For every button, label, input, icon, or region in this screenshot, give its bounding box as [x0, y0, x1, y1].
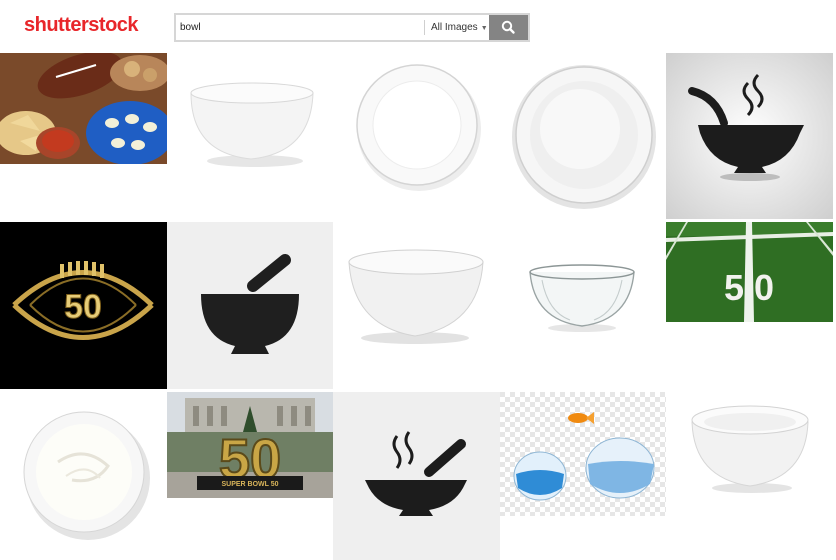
cream-bowl-image	[0, 392, 167, 560]
top-bar: shutterstock All Images▼	[0, 0, 836, 53]
result-mortar-pestle-icon[interactable]	[167, 222, 333, 389]
super-bowl-caption: SUPER BOWL 50	[221, 481, 278, 488]
goldfish-bowls-image	[500, 392, 666, 516]
search-divider	[424, 20, 425, 35]
caret-down-icon: ▼	[480, 25, 488, 32]
football-50-text: 50	[64, 288, 102, 326]
result-white-bowl-top[interactable]	[333, 53, 500, 219]
result-snack-platter-football[interactable]	[0, 53, 167, 164]
result-football-field-50[interactable]: 5 0	[666, 222, 833, 322]
search-button[interactable]	[489, 15, 528, 40]
white-bowl-top-image	[333, 53, 500, 219]
search-bar: All Images▼	[174, 13, 530, 42]
result-white-ceramic-bowl[interactable]	[333, 222, 500, 389]
field-50-text: 5 0	[724, 267, 774, 308]
image-type-label: All Images	[431, 22, 478, 33]
result-white-plate-bowl-top[interactable]	[500, 53, 666, 219]
snack-platter-image	[0, 53, 167, 164]
search-icon	[501, 20, 515, 34]
soup-bowl-steam-icon	[333, 392, 500, 560]
result-goldfish-jump-bowls[interactable]	[500, 392, 666, 516]
result-white-bowl-angle[interactable]	[666, 392, 833, 502]
image-type-dropdown[interactable]: All Images ▼	[431, 22, 488, 33]
white-ceramic-bowl-image	[333, 222, 500, 389]
result-super-bowl-50-sculpture[interactable]: 50 SUPER BOWL 50	[167, 392, 333, 498]
glass-bowl-image	[500, 222, 666, 389]
result-glass-bowl[interactable]	[500, 222, 666, 389]
result-cream-bowl[interactable]	[0, 392, 167, 560]
result-soup-bowl-icon[interactable]	[666, 53, 833, 219]
soup-bowl-icon	[666, 53, 833, 219]
result-mortar-steam-icon[interactable]	[333, 392, 500, 560]
super-bowl-sculpture-image: 50 SUPER BOWL 50	[167, 392, 333, 498]
mortar-pestle-icon	[167, 222, 333, 389]
white-plate-bowl-image	[500, 53, 666, 219]
football-icon: 50	[0, 222, 167, 389]
result-football-50-gold[interactable]: 50	[0, 222, 167, 389]
result-white-bowl-side[interactable]	[167, 53, 333, 219]
search-input[interactable]	[180, 18, 418, 37]
shutterstock-logo[interactable]: shutterstock	[24, 14, 139, 37]
white-bowl-angle-image	[666, 392, 833, 502]
football-field-image: 5 0	[666, 222, 833, 322]
white-bowl-side-image	[167, 53, 333, 219]
